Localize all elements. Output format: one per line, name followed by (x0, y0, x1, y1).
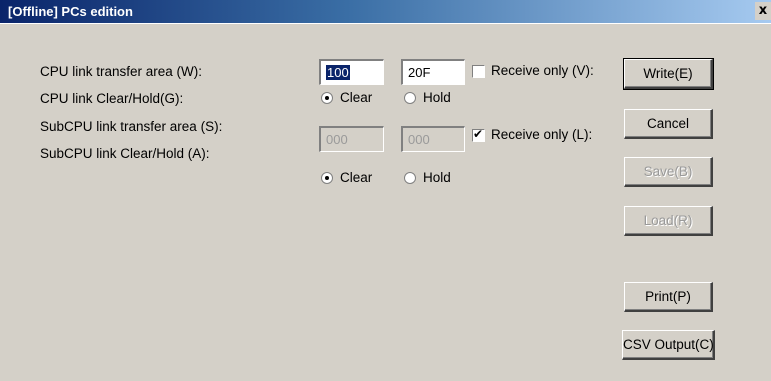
print-button[interactable]: Print(P) (624, 282, 713, 312)
cpu-clear-radio-button[interactable] (321, 92, 333, 105)
title-bar: [Offline] PCs edition (0, 0, 771, 23)
subcpu-receive-only-checkbox[interactable]: ✔ Receive only (L): (472, 127, 592, 145)
cpu-receive-only-checkbox[interactable]: Receive only (V): (472, 63, 594, 81)
cpu-link-end-value: 20F (408, 65, 431, 80)
subcpu-hold-radio[interactable]: Hold (404, 170, 451, 188)
close-icon[interactable]: x (755, 2, 771, 20)
radio-selected-dot (325, 176, 329, 181)
load-button: Load(R) (624, 206, 713, 236)
pcs-edition-dialog: [Offline] PCs edition x CPU link transfe… (0, 0, 771, 381)
subcpu-link-end-value: 000 (408, 132, 430, 147)
window-title: [Offline] PCs edition (8, 4, 133, 19)
write-button[interactable]: Write(E) (623, 58, 714, 90)
cpu-link-clear-hold-label: CPU link Clear/Hold(G): (40, 91, 184, 106)
subcpu-hold-radio-button[interactable] (404, 172, 416, 185)
save-button: Save(B) (624, 157, 713, 187)
subcpu-clear-radio-button[interactable] (321, 172, 333, 185)
cpu-clear-label: Clear (340, 90, 373, 105)
cpu-hold-radio[interactable]: Hold (404, 90, 451, 108)
subcpu-link-transfer-area-label: SubCPU link transfer area (S): (40, 119, 223, 134)
subcpu-receive-only-label: Receive only (L): (491, 127, 593, 142)
cancel-button[interactable]: Cancel (624, 109, 713, 139)
subcpu-link-start-field: 000 (319, 126, 384, 152)
subcpu-link-end-field: 000 (401, 126, 465, 152)
cpu-hold-radio-button[interactable] (404, 92, 416, 105)
subcpu-receive-only-box[interactable]: ✔ (472, 126, 485, 142)
check-icon: ✔ (473, 126, 484, 141)
subcpu-clear-radio[interactable]: Clear (321, 170, 372, 188)
csv-output-button[interactable]: CSV Output(C) (622, 330, 715, 360)
cpu-clear-radio[interactable]: Clear (321, 90, 372, 108)
cpu-link-transfer-area-label: CPU link transfer area (W): (40, 64, 203, 79)
radio-selected-dot (325, 96, 329, 101)
cpu-receive-only-label: Receive only (V): (491, 63, 594, 78)
cpu-link-end-field[interactable]: 20F (401, 59, 465, 85)
subcpu-hold-label: Hold (423, 170, 451, 185)
cpu-hold-label: Hold (423, 90, 451, 105)
cpu-receive-only-box[interactable] (472, 64, 485, 78)
subcpu-clear-label: Clear (340, 170, 373, 185)
cpu-link-start-value: 100 (326, 65, 350, 80)
subcpu-link-start-value: 000 (326, 132, 348, 147)
cpu-link-start-field[interactable]: 100 (319, 59, 384, 85)
subcpu-link-clear-hold-label: SubCPU link Clear/Hold (A): (40, 146, 210, 161)
